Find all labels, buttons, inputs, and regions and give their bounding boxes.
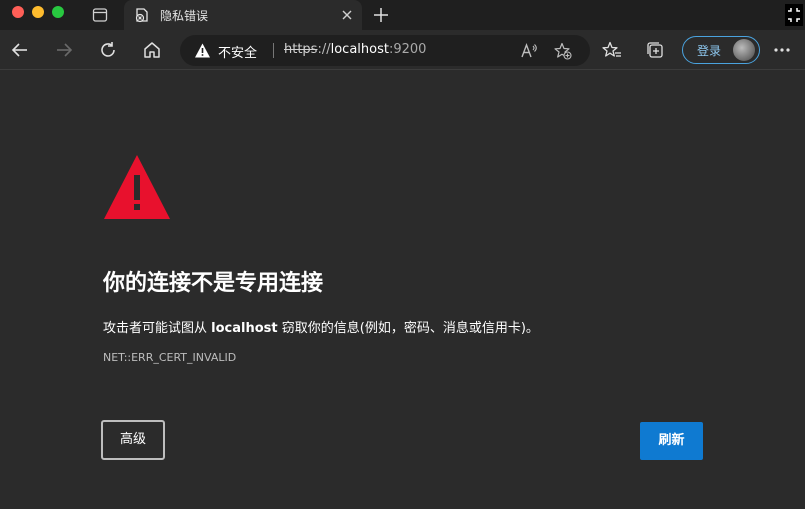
active-tab[interactable]: 隐私错误 (124, 0, 362, 30)
sign-in-button[interactable]: 登录 (682, 36, 760, 64)
warning-icon[interactable] (194, 42, 211, 59)
window-minimize-button[interactable] (32, 6, 44, 18)
window-zoom-button[interactable] (52, 6, 64, 18)
desc-prefix: 攻击者可能试图从 (103, 321, 212, 336)
more-options-icon[interactable] (770, 44, 794, 56)
error-code: NET::ERR_CERT_INVALID (103, 351, 237, 364)
url-text[interactable]: https://localhost:9200 (284, 42, 426, 57)
advanced-button[interactable]: 高级 (101, 420, 165, 460)
address-bar[interactable]: 不安全 https://localhost:9200 (180, 35, 590, 66)
url-scheme: https (284, 42, 318, 57)
collections-icon[interactable] (645, 40, 665, 60)
add-favorite-icon[interactable] (554, 42, 572, 60)
close-icon[interactable] (340, 8, 354, 22)
back-arrow-icon[interactable] (10, 40, 30, 60)
exit-fullscreen-icon (788, 8, 800, 22)
desc-host: localhost (211, 321, 278, 336)
refresh-icon[interactable] (98, 40, 118, 60)
favorites-icon[interactable] (602, 40, 622, 60)
error-description: 攻击者可能试图从 localhost 窃取你的信息(例如，密码、消息或信用卡)。 (103, 317, 539, 336)
forward-arrow-icon[interactable] (54, 40, 74, 60)
privacy-error-icon (135, 8, 148, 23)
window-close-button[interactable] (12, 6, 24, 18)
address-separator (273, 43, 274, 58)
url-host: localhost (330, 42, 389, 57)
refresh-button[interactable]: 刷新 (640, 422, 703, 460)
desc-suffix: 窃取你的信息(例如，密码、消息或信用卡)。 (277, 321, 539, 336)
browser-toolbar: 不安全 https://localhost:9200 登录 (0, 30, 805, 70)
warning-triangle-icon (104, 155, 170, 219)
read-aloud-icon[interactable] (520, 42, 538, 60)
not-secure-label[interactable]: 不安全 (218, 42, 257, 61)
page-title: 你的连接不是专用连接 (103, 271, 324, 296)
home-icon[interactable] (142, 40, 162, 60)
tab-strip: 隐私错误 (0, 0, 805, 30)
tab-actions-icon[interactable] (92, 7, 108, 23)
avatar (733, 39, 755, 61)
new-tab-icon[interactable] (372, 6, 390, 24)
sign-in-label: 登录 (697, 44, 722, 58)
fullscreen-button[interactable] (785, 4, 803, 26)
error-page: 你的连接不是专用连接 攻击者可能试图从 localhost 窃取你的信息(例如，… (0, 71, 805, 509)
url-port: :9200 (388, 42, 427, 57)
tab-title: 隐私错误 (160, 9, 209, 23)
url-separator: :// (317, 42, 331, 57)
